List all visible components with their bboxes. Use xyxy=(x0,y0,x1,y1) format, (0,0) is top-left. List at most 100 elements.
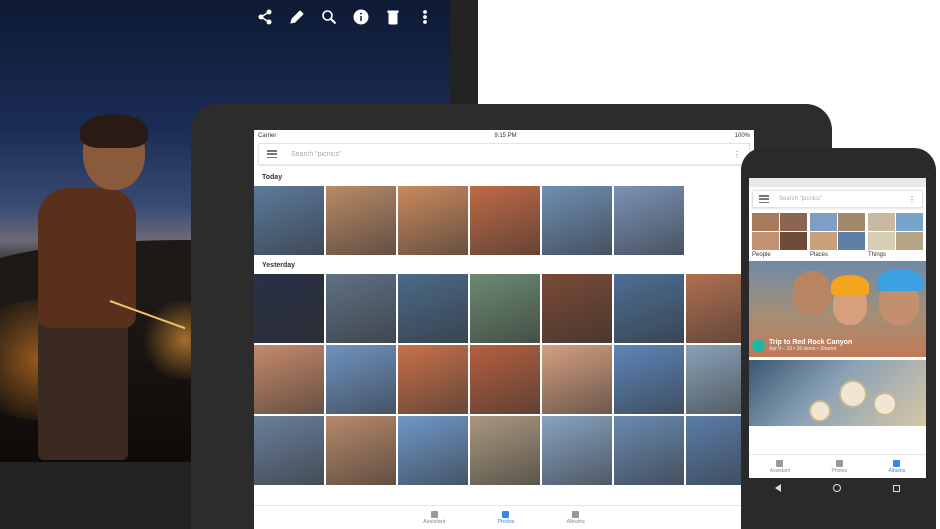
category-label: Places xyxy=(810,252,829,258)
photo-thumbnail[interactable] xyxy=(326,416,396,485)
delete-icon[interactable] xyxy=(384,8,402,26)
android-nav-bar xyxy=(749,478,926,498)
phone-nav-photos[interactable]: Photos xyxy=(831,459,848,474)
category-images xyxy=(752,213,807,250)
albums-icon xyxy=(572,510,580,518)
category-thumbnail xyxy=(838,213,865,231)
info-icon[interactable] xyxy=(352,8,370,26)
nav-albums-label: Albums xyxy=(566,518,585,525)
photo-thumbnail[interactable] xyxy=(254,416,324,485)
search-input[interactable]: Search "picnics" xyxy=(291,151,719,158)
photo-thumbnail[interactable] xyxy=(542,416,612,485)
phone-bottom-nav: Assistant Photos Albums xyxy=(749,454,926,478)
phone-nav-albums-label: Albums xyxy=(888,467,906,474)
phone: Search "picnics" ⋮ People Places Things Tr… xyxy=(741,148,936,529)
photo-thumbnail[interactable] xyxy=(470,274,540,343)
assistant-icon xyxy=(430,510,438,518)
category-label: Things xyxy=(868,252,887,258)
photo-thumbnail[interactable] xyxy=(398,186,468,255)
card-subtitle: Apr 9 – 10 • 26 items • Shared xyxy=(769,346,837,352)
child-body xyxy=(38,188,136,328)
phone-nav-assistant[interactable]: Assistant xyxy=(769,459,791,474)
category-images xyxy=(868,213,923,250)
nav-albums[interactable]: Albums xyxy=(567,506,585,529)
section-label: Yesterday xyxy=(262,262,296,269)
plate xyxy=(839,380,867,408)
trip-card[interactable]: Trip to Red Rock Canyon Apr 9 – 10 • 26 … xyxy=(749,261,926,357)
category-thumbnail xyxy=(838,232,865,250)
category-tile[interactable]: People xyxy=(752,213,807,261)
menu-icon[interactable] xyxy=(267,150,277,158)
more-icon[interactable] xyxy=(416,8,434,26)
photo-thumbnail[interactable] xyxy=(398,274,468,343)
phone-nav-assistant-label: Assistant xyxy=(769,467,791,474)
photo-row xyxy=(254,186,754,255)
plate xyxy=(809,400,831,422)
back-icon[interactable] xyxy=(775,484,781,492)
photo-thumbnail[interactable] xyxy=(614,345,684,414)
category-thumbnail xyxy=(896,232,923,250)
photo-thumbnail[interactable] xyxy=(326,274,396,343)
photo-thumbnail[interactable] xyxy=(398,345,468,414)
photo-thumbnail[interactable] xyxy=(542,345,612,414)
category-thumbnail xyxy=(896,213,923,231)
card-helmet xyxy=(831,275,869,295)
photo-row xyxy=(254,345,754,414)
photo-thumbnail[interactable] xyxy=(398,416,468,485)
assistant-icon xyxy=(776,459,784,467)
phone-more-options-icon[interactable]: ⋮ xyxy=(908,195,916,204)
card-info: Trip to Red Rock Canyon Apr 9 – 10 • 26 … xyxy=(752,339,852,352)
phone-menu-icon[interactable] xyxy=(759,195,769,203)
card-helmet xyxy=(877,269,923,291)
category-thumbnail xyxy=(780,213,807,231)
category-thumbnail xyxy=(752,232,779,250)
photo-thumbnail[interactable] xyxy=(254,274,324,343)
devices-stage: Carrier 9:15 PM 100% Search "picnics" ⋮ … xyxy=(0,0,940,529)
share-icon[interactable] xyxy=(256,8,274,26)
phone-nav-albums[interactable]: Albums xyxy=(888,459,906,474)
photos-icon xyxy=(835,459,843,467)
photo-thumbnail[interactable] xyxy=(470,416,540,485)
child-hair xyxy=(80,114,148,148)
photo-row xyxy=(254,416,754,485)
category-label: People xyxy=(752,252,771,258)
nav-assistant-label: Assistant xyxy=(423,518,446,525)
card-title: Trip to Red Rock Canyon xyxy=(769,339,853,346)
status-bar: Carrier 9:15 PM 100% xyxy=(254,130,754,141)
child-legs xyxy=(38,320,128,460)
category-row: People Places Things xyxy=(749,211,926,261)
photos-icon xyxy=(502,510,510,518)
section-label: Today xyxy=(262,174,283,181)
photo-thumbnail[interactable] xyxy=(614,416,684,485)
category-thumbnail xyxy=(810,232,837,250)
home-icon[interactable] xyxy=(833,484,841,492)
photo-thumbnail[interactable] xyxy=(326,186,396,255)
food-photo[interactable] xyxy=(749,360,926,426)
tablet: Carrier 9:15 PM 100% Search "picnics" ⋮ … xyxy=(191,104,832,529)
photo-thumbnail[interactable] xyxy=(326,345,396,414)
phone-search-input[interactable]: Search "picnics" xyxy=(779,196,898,202)
zoom-icon[interactable] xyxy=(320,8,338,26)
photo-thumbnail[interactable] xyxy=(470,345,540,414)
photo-thumbnail[interactable] xyxy=(470,186,540,255)
photo-thumbnail[interactable] xyxy=(254,186,324,255)
search-bar[interactable]: Search "picnics" ⋮ xyxy=(258,143,750,165)
more-options-icon[interactable]: ⋮ xyxy=(733,150,741,159)
phone-search-bar[interactable]: Search "picnics" ⋮ xyxy=(752,190,923,208)
photo-thumbnail[interactable] xyxy=(542,186,612,255)
photo-thumbnail[interactable] xyxy=(614,186,684,255)
shared-album-icon xyxy=(752,339,765,352)
photo-thumbnail[interactable] xyxy=(254,345,324,414)
nav-photos[interactable]: Photos xyxy=(497,506,515,529)
phone-nav-photos-label: Photos xyxy=(831,467,848,474)
bottom-nav: Assistant Photos Albums xyxy=(254,505,754,529)
recents-icon[interactable] xyxy=(893,484,900,492)
phone-screen: Search "picnics" ⋮ People Places Things Tr… xyxy=(749,178,926,478)
edit-icon[interactable] xyxy=(288,8,306,26)
phone-status-bar xyxy=(749,178,926,187)
photo-thumbnail[interactable] xyxy=(614,274,684,343)
photo-thumbnail[interactable] xyxy=(542,274,612,343)
category-tile[interactable]: Places xyxy=(810,213,865,261)
nav-assistant[interactable]: Assistant xyxy=(423,506,445,529)
category-tile[interactable]: Things xyxy=(868,213,923,261)
